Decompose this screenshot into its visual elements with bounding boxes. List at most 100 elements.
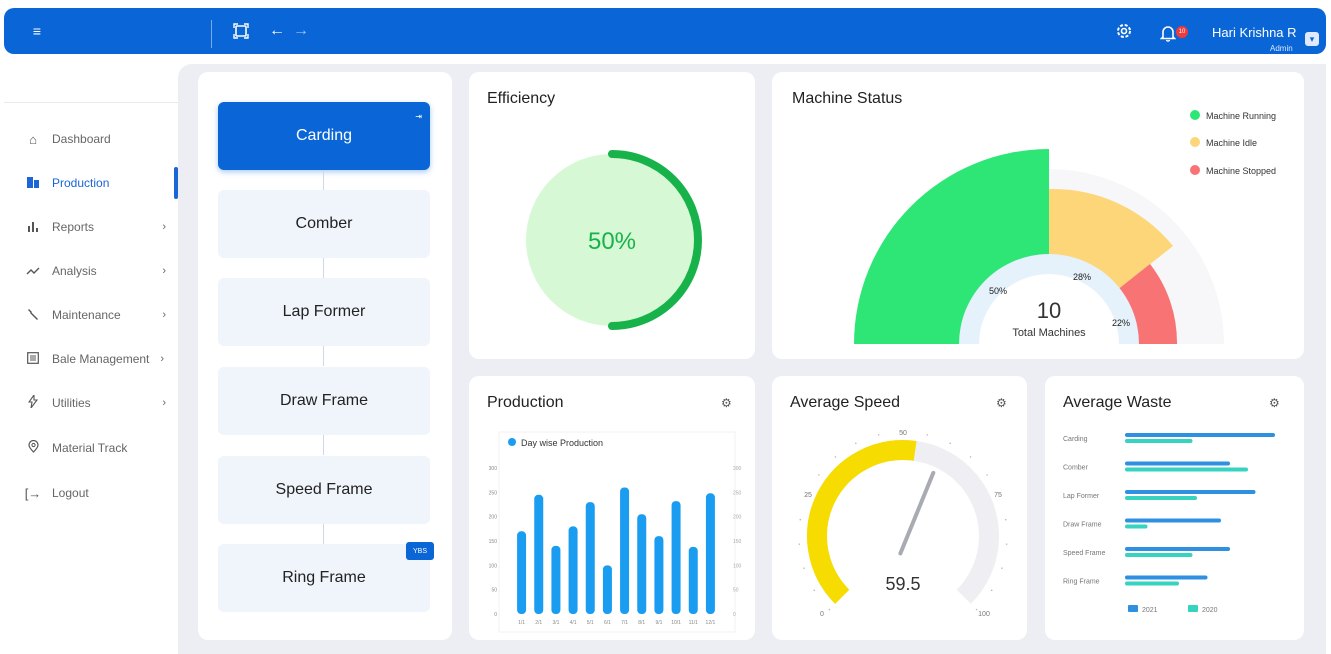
category-label: Comber (1063, 465, 1089, 472)
chevron-right-icon: › (162, 309, 166, 321)
sidebar-item-utilities[interactable]: Utilities › (4, 387, 178, 419)
fullscreen-icon[interactable] (230, 20, 252, 42)
production-bar[interactable] (602, 565, 612, 614)
average-waste-chart: 2021 2020 Carding Comber Lap Former Draw Fr… (1063, 433, 1275, 614)
process-connector (323, 170, 324, 190)
production-bar[interactable] (517, 531, 527, 614)
gauge-tick (1004, 518, 1007, 521)
production-bar[interactable] (705, 493, 715, 614)
process-item-ring-frame[interactable]: Ring Frame (218, 544, 430, 612)
efficiency-gauge: 50% (526, 150, 702, 330)
waste-bar-2021[interactable] (1125, 433, 1275, 437)
y2-tick-label: 100 (733, 563, 742, 569)
user-name[interactable]: Hari Krishna R (1212, 25, 1297, 40)
sidebar-item-material-track[interactable]: Material Track (4, 432, 178, 464)
waste-bar-2021[interactable] (1125, 518, 1221, 523)
gauge-tick (828, 608, 831, 611)
sidebar-divider (4, 102, 178, 103)
legend-dot-stopped (1190, 165, 1200, 175)
user-dropdown-icon[interactable]: ▾ (1305, 32, 1319, 46)
x-tick-label: 3/1 (552, 620, 559, 626)
production-bar[interactable] (671, 501, 681, 614)
process-item-draw-frame[interactable]: Draw Frame (218, 367, 430, 435)
y-tick-label: 150 (489, 539, 498, 545)
efficiency-value: 50% (588, 228, 636, 255)
chevron-right-icon: › (162, 265, 166, 277)
hamburger-menu-icon[interactable]: ≡ (26, 20, 48, 42)
gauge-tick (949, 442, 952, 445)
production-bar[interactable] (620, 487, 630, 614)
gauge-tick (1005, 543, 1008, 545)
y2-tick-label: 150 (733, 539, 742, 545)
speed-value: 59.5 (885, 574, 920, 594)
category-label: Draw Frame (1063, 522, 1102, 529)
back-arrow-icon[interactable]: ← (266, 20, 288, 42)
sidebar-item-label: Utilities (52, 396, 91, 410)
process-item-speed-frame[interactable]: Speed Frame (218, 456, 430, 524)
y-tick-label: 100 (489, 563, 498, 569)
waste-bar-2020[interactable] (1125, 553, 1193, 557)
x-tick-label: 12/1 (706, 620, 716, 626)
sidebar-item-dashboard[interactable]: ⌂ Dashboard (4, 123, 178, 155)
process-label: Speed Frame (275, 481, 373, 498)
sidebar-item-logout[interactable]: [→ Logout (4, 477, 178, 509)
logout-icon: [→ (24, 485, 42, 501)
waste-bar-2021[interactable] (1125, 575, 1208, 580)
process-label: Comber (295, 215, 353, 232)
waste-bar-2020[interactable] (1125, 524, 1148, 529)
gauge-needle (898, 470, 936, 556)
sidebar-item-production[interactable]: Production (4, 167, 178, 199)
production-bar[interactable] (568, 526, 578, 614)
y2-tick-label: 200 (733, 515, 742, 521)
chevron-right-icon: › (162, 397, 166, 409)
gauge-tick (798, 543, 801, 545)
x-tick-label: 9/1 (655, 620, 662, 626)
process-connector (323, 346, 324, 366)
sidebar-item-maintenance[interactable]: Maintenance › (4, 299, 178, 331)
gauge-tick (1001, 567, 1003, 569)
production-bar[interactable] (534, 494, 544, 614)
sidebar-item-bale-management[interactable]: Bale Management › (4, 343, 178, 375)
production-bar[interactable] (585, 502, 595, 614)
waste-bar-2020[interactable] (1125, 439, 1193, 443)
waste-bar-2021[interactable] (1125, 490, 1256, 494)
waste-bar-2020[interactable] (1125, 467, 1248, 472)
home-icon: ⌂ (29, 131, 37, 147)
settings-icon[interactable] (1113, 20, 1135, 42)
category-label: Lap Former (1063, 493, 1100, 500)
gauge-tick (975, 608, 978, 611)
tick-label: 100 (978, 611, 990, 618)
forward-arrow-icon[interactable]: → (290, 20, 312, 42)
total-machines-value: 10 (1037, 298, 1061, 323)
process-item-comber[interactable]: Comber (218, 190, 430, 258)
tick-label: 50 (899, 430, 907, 437)
process-label: Draw Frame (279, 392, 368, 409)
waste-bar-2020[interactable] (1125, 496, 1197, 500)
legend-2020: 2020 (1202, 607, 1218, 614)
sidebar-item-label: Bale Management (52, 352, 150, 366)
production-bar[interactable] (637, 514, 647, 614)
production-bar[interactable] (551, 545, 561, 614)
speed-gauge: 59.5 0 25 50 75 100 (798, 430, 1008, 618)
machine-status-card: Machine Status 50% 28% 22% 10 Total Mach… (772, 72, 1304, 359)
x-tick-label: 7/1 (621, 620, 628, 626)
process-item-carding[interactable]: Carding ⇥ (218, 102, 430, 170)
x-tick-label: 5/1 (587, 620, 594, 626)
gauge-tick (990, 589, 993, 592)
gauge-tick (806, 495, 808, 498)
collapse-icon[interactable]: ⇥ (415, 112, 422, 121)
sidebar-item-analysis[interactable]: Analysis › (4, 255, 178, 287)
process-item-lap-former[interactable]: Lap Former (218, 278, 430, 346)
legend-swatch-2020 (1188, 605, 1198, 612)
ybs-tag[interactable]: YBS (406, 542, 434, 560)
waste-bar-2021[interactable] (1125, 547, 1230, 551)
production-bar[interactable] (654, 536, 664, 614)
x-tick-label: 8/1 (638, 620, 645, 626)
gauge-tick (854, 442, 857, 445)
waste-bar-2021[interactable] (1125, 461, 1230, 466)
waste-bar-2020[interactable] (1125, 581, 1179, 586)
notification-badge: 10 (1176, 26, 1188, 38)
production-bar[interactable] (688, 546, 698, 614)
sidebar-item-label: Maintenance (52, 308, 121, 322)
sidebar-item-reports[interactable]: Reports › (4, 211, 178, 243)
